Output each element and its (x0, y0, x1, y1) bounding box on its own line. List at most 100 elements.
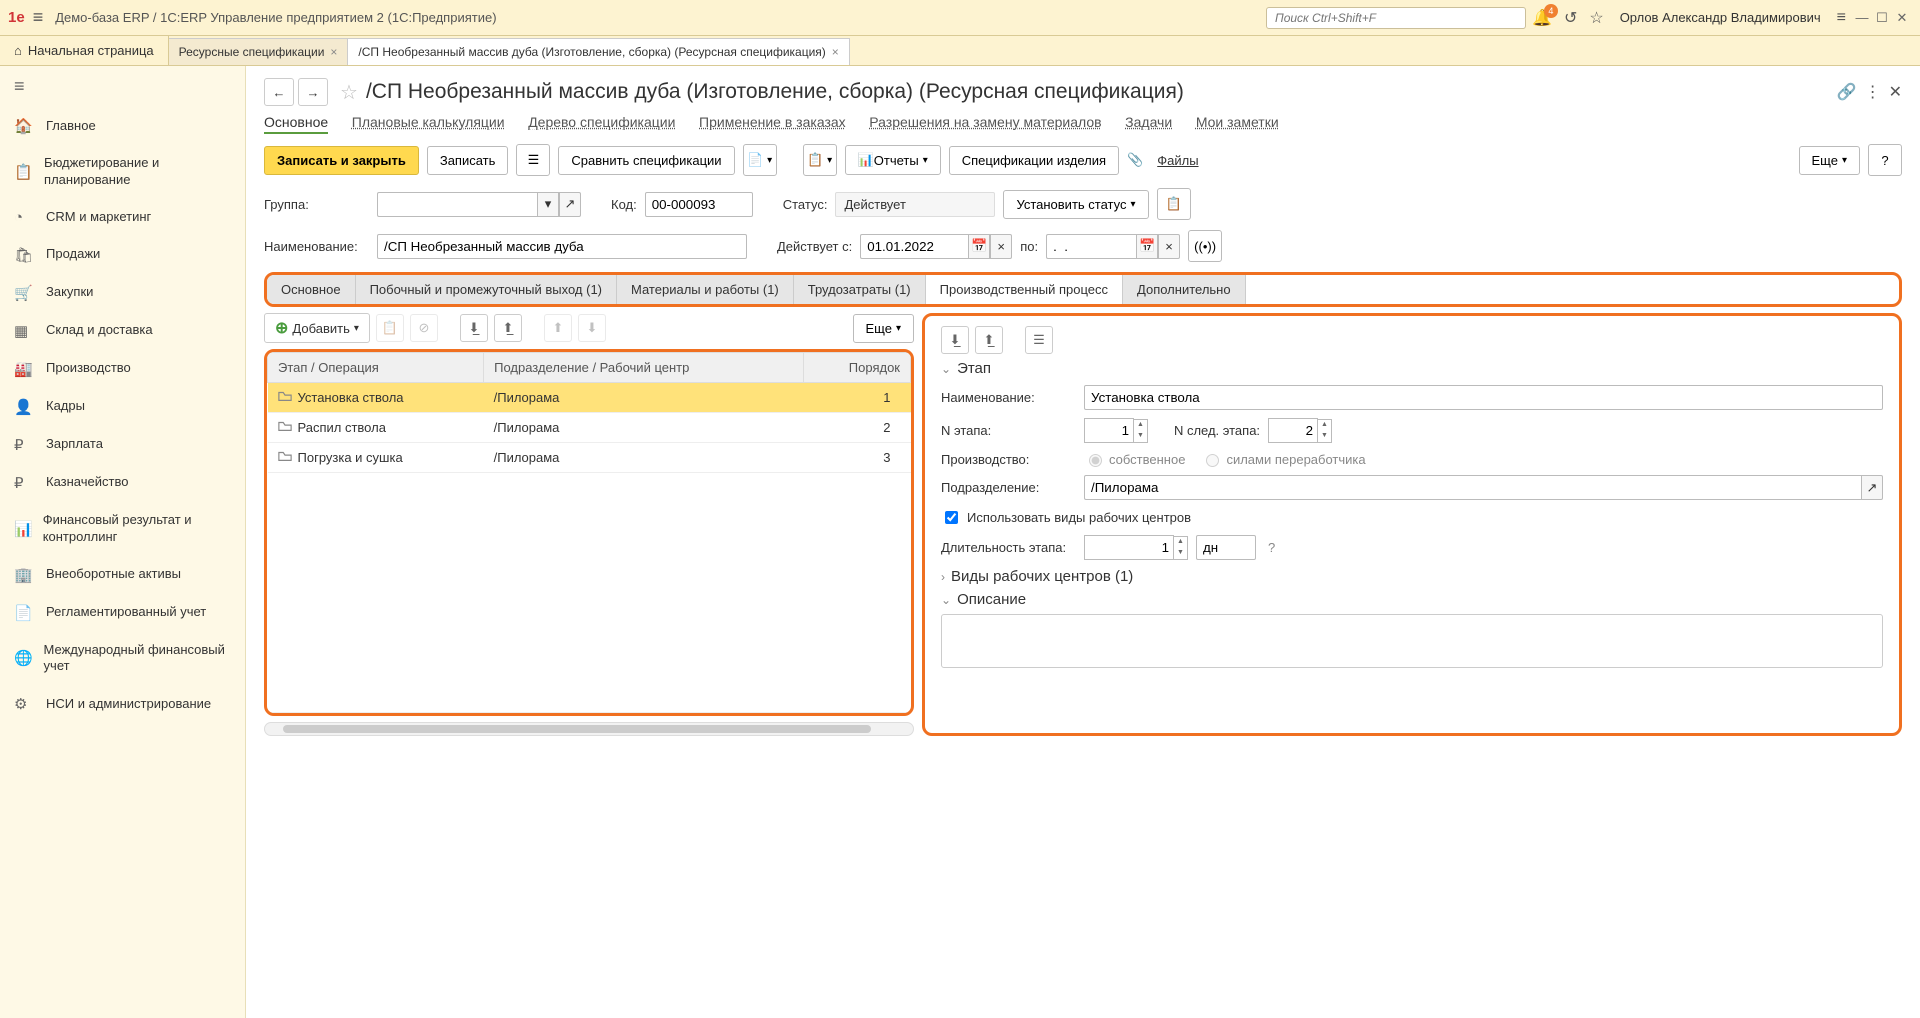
section-link[interactable]: Плановые калькуляции (352, 114, 505, 130)
dtab-process[interactable]: Производственный процесс (926, 275, 1123, 304)
horizontal-scrollbar[interactable] (264, 722, 914, 736)
calendar-icon[interactable]: 📅 (1136, 234, 1158, 259)
close-window-button[interactable]: ✕ (1892, 10, 1912, 26)
dtab-labor[interactable]: Трудозатраты (1) (794, 275, 926, 304)
col-order[interactable]: Порядок (804, 353, 911, 383)
dtab-extra[interactable]: Дополнительно (1123, 275, 1246, 304)
sidebar-item[interactable]: 📄Регламентированный учет (0, 594, 245, 632)
favorite-star-icon[interactable]: ☆ (340, 80, 358, 105)
radio-own[interactable]: собственное (1084, 451, 1185, 467)
bell-icon[interactable]: 🔔4 (1532, 8, 1552, 28)
expand-all-button[interactable]: ⬇̲ (460, 314, 488, 342)
nav-back-button[interactable]: ← (264, 78, 294, 106)
duration-unit-input[interactable] (1196, 535, 1256, 560)
reports-button[interactable]: 📊 Отчеты▾ (845, 145, 941, 175)
sidebar-item[interactable]: 🛍Продажи (0, 236, 245, 274)
use-wc-checkbox[interactable] (945, 511, 958, 524)
dtab-byproduct[interactable]: Побочный и промежуточный выход (1) (356, 275, 617, 304)
global-search-input[interactable] (1266, 7, 1526, 29)
sidebar-toggle-icon[interactable]: ≡ (0, 66, 245, 107)
collapse-all-button[interactable]: ⬆̲ (494, 314, 522, 342)
sidebar-item[interactable]: 🏠Главное (0, 107, 245, 145)
create-from-button[interactable]: 📄▾ (743, 144, 777, 176)
spec-items-button[interactable]: Спецификации изделия (949, 146, 1119, 175)
radio-outsource[interactable]: силами переработчика (1201, 451, 1365, 467)
section-link[interactable]: Разрешения на замену материалов (869, 114, 1101, 130)
wc-section-header[interactable]: ›Виды рабочих центров (1) (941, 568, 1883, 585)
stage-name-input[interactable] (1084, 385, 1883, 410)
main-menu-icon[interactable]: ≡ (33, 7, 44, 28)
dtab-materials[interactable]: Материалы и работы (1) (617, 275, 794, 304)
sidebar-item[interactable]: 🏢Внеоборотные активы (0, 556, 245, 594)
sidebar-item[interactable]: 📊Финансовый результат и контроллинг (0, 502, 245, 556)
copy-icon-button[interactable]: 📋▾ (803, 144, 837, 176)
collapse-detail-button[interactable]: ⬆̲ (975, 326, 1003, 354)
broadcast-icon-button[interactable]: ((•)) (1188, 230, 1222, 262)
chevron-down-icon[interactable]: ▾ (537, 192, 559, 217)
history-icon[interactable]: ↺ (1564, 8, 1577, 28)
col-operation[interactable]: Этап / Операция (268, 353, 484, 383)
section-link-main[interactable]: Основное (264, 114, 328, 134)
valid-to-input[interactable] (1046, 234, 1136, 259)
sidebar-item[interactable]: ⚙НСИ и администрирование (0, 685, 245, 723)
sidebar-item[interactable]: ₽Зарплата (0, 426, 245, 464)
sidebar-item[interactable]: 🏭Производство (0, 350, 245, 388)
close-icon[interactable]: × (832, 45, 839, 59)
description-textarea[interactable] (941, 614, 1883, 668)
open-icon[interactable]: ↗ (559, 192, 581, 217)
attach-icon[interactable]: 📎 (1127, 152, 1143, 168)
close-page-button[interactable]: ✕ (1889, 82, 1902, 102)
expand-detail-button[interactable]: ⬇̲ (941, 326, 969, 354)
table-row[interactable]: Погрузка и сушка /Пилорама 3 (268, 443, 911, 473)
detail-list-button[interactable]: ☰ (1025, 326, 1053, 354)
sidebar-item[interactable]: 👤Кадры (0, 388, 245, 426)
name-input[interactable] (377, 234, 747, 259)
section-link[interactable]: Применение в заказах (699, 114, 846, 130)
compare-button[interactable]: Сравнить спецификации (558, 146, 734, 175)
status-history-button[interactable]: 📋 (1157, 188, 1191, 220)
files-link[interactable]: Файлы (1157, 153, 1198, 168)
move-up-button[interactable]: ⬆ (544, 314, 572, 342)
more-button[interactable]: Еще▾ (1799, 146, 1860, 175)
sidebar-item[interactable]: ▦Склад и доставка (0, 312, 245, 350)
desc-section-header[interactable]: ⌄Описание (941, 591, 1883, 608)
minimize-button[interactable]: — (1852, 10, 1872, 25)
sidebar-item[interactable]: 🛒Закупки (0, 274, 245, 312)
section-link[interactable]: Задачи (1125, 114, 1172, 130)
sidebar-item[interactable]: 📋Бюджетирование и планирование (0, 145, 245, 199)
open-icon[interactable]: ↗ (1861, 475, 1883, 500)
sidebar-item[interactable]: ◔CRM и маркетинг (0, 199, 245, 236)
nav-forward-button[interactable]: → (298, 78, 328, 106)
dtab-main[interactable]: Основное (267, 275, 356, 304)
save-close-button[interactable]: Записать и закрыть (264, 146, 419, 175)
copy-row-button[interactable]: 📋 (376, 314, 404, 342)
table-row[interactable]: Распил ствола /Пилорама 2 (268, 413, 911, 443)
clear-icon[interactable]: × (990, 234, 1012, 259)
settings-icon[interactable]: ≡ (1837, 9, 1846, 27)
tab-spec-item[interactable]: /СП Необрезанный массив дуба (Изготовлен… (348, 38, 849, 65)
delete-row-button[interactable]: ⊘ (410, 314, 438, 342)
add-button[interactable]: ⊕Добавить▾ (264, 313, 370, 343)
duration-stepper[interactable]: ▲▼ (1084, 535, 1188, 560)
code-input[interactable] (645, 192, 753, 217)
more-icon[interactable]: ⋮ (1865, 82, 1881, 102)
group-input[interactable] (377, 192, 537, 217)
maximize-button[interactable]: ☐ (1872, 10, 1892, 26)
clear-icon[interactable]: × (1158, 234, 1180, 259)
save-button[interactable]: Записать (427, 146, 509, 175)
close-icon[interactable]: × (330, 45, 337, 59)
stage-section-header[interactable]: ⌄Этап (941, 360, 1883, 377)
help-button[interactable]: ? (1868, 144, 1902, 176)
help-icon[interactable]: ? (1268, 540, 1275, 555)
sidebar-item[interactable]: 🌐Международный финансовый учет (0, 632, 245, 686)
stage-num-stepper[interactable]: ▲▼ (1084, 418, 1148, 443)
move-down-button[interactable]: ⬇ (578, 314, 606, 342)
tab-spec-list[interactable]: Ресурсные спецификации × (169, 38, 349, 65)
section-link[interactable]: Мои заметки (1196, 114, 1279, 130)
table-row[interactable]: Установка ствола /Пилорама 1 (268, 383, 911, 413)
next-num-stepper[interactable]: ▲▼ (1268, 418, 1332, 443)
sidebar-item[interactable]: ₽Казначейство (0, 464, 245, 502)
home-tab[interactable]: ⌂ Начальная страница (0, 36, 169, 65)
valid-from-input[interactable] (860, 234, 968, 259)
set-status-button[interactable]: Установить статус▾ (1003, 190, 1148, 219)
